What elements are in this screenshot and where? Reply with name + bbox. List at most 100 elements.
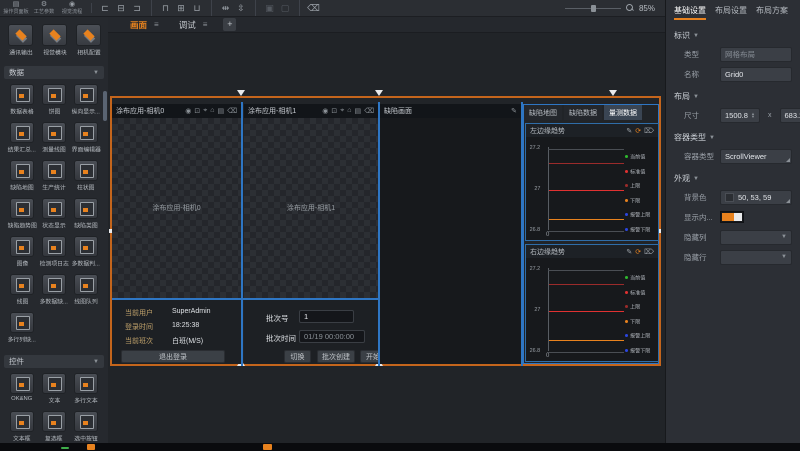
module-shortcut-button[interactable]: 通讯输出 xyxy=(7,24,34,57)
panel-header-icon[interactable]: ⌫ xyxy=(227,107,237,115)
toolbar-align-icon[interactable]: ⊔ xyxy=(189,0,205,16)
section-layout[interactable]: 布局 ▼ xyxy=(666,84,800,105)
module-shortcut-button[interactable]: 相机配置 xyxy=(75,24,102,57)
toolbar-align-icon[interactable]: ⊓ xyxy=(151,0,173,16)
module-shortcut-button[interactable]: 视觉模块 xyxy=(41,24,68,57)
left-edge-trend-chart[interactable]: 左边缘趋势 ✎⟳⌦ 27.2 27 26.8 0 xyxy=(525,123,659,241)
grid-splitter-vertical[interactable] xyxy=(378,102,380,366)
panel-header-icon[interactable]: ⌖ xyxy=(203,107,207,115)
tool-item[interactable]: 检测项日志 xyxy=(38,236,70,268)
grid-splitter-vertical[interactable] xyxy=(241,102,243,366)
toolbar-module-button[interactable]: ▤ 操作员面板 xyxy=(2,1,30,16)
toolbar-align-icon[interactable]: ⌫ xyxy=(299,0,321,16)
hamburger-icon[interactable]: ≡ xyxy=(203,20,208,29)
toolbar-module-button[interactable]: ⚙ 工艺参数 xyxy=(30,1,58,16)
panel-header-icon[interactable]: ⊡ xyxy=(331,107,337,115)
add-tab-button[interactable]: + xyxy=(223,18,236,31)
tab-defect-map[interactable]: 缺陷地图 xyxy=(524,105,562,120)
toolbar-align-icon[interactable]: ⊞ xyxy=(173,0,189,16)
tab-measure-data[interactable]: 量测数据 xyxy=(604,105,642,120)
grid-column-handle[interactable] xyxy=(375,90,383,96)
tab-layout-scheme[interactable]: 布局方案 xyxy=(756,5,788,20)
tool-item[interactable]: OK&NG xyxy=(6,373,38,405)
tab-layout-settings[interactable]: 布局设置 xyxy=(715,5,747,20)
camera0-panel[interactable]: 涂布应用-相机0 ◉⊡⌖⌂▤⌫ 涂布应用-相机0 当前用户 SuperAdmin… xyxy=(112,104,241,364)
color-swatch[interactable] xyxy=(725,193,734,202)
type-input[interactable]: 网格布局 xyxy=(720,47,792,62)
panel-header-icon[interactable]: ◉ xyxy=(322,107,328,115)
height-input[interactable]: 683.2 ▲▼ xyxy=(780,108,800,123)
tool-item[interactable]: 图像 xyxy=(6,236,38,268)
tool-item[interactable]: 柱状图 xyxy=(70,160,102,192)
toolbar-module-button[interactable]: ◉ 视觉流程 xyxy=(58,1,86,16)
toolbar-align-icon[interactable]: ⊟ xyxy=(113,0,129,16)
tool-item[interactable]: 复选框 xyxy=(38,411,70,443)
chart-header-icon[interactable]: ✎ xyxy=(626,127,632,135)
batch-switch-button[interactable]: 切换 xyxy=(284,350,311,363)
panel-header-icon[interactable]: ⌂ xyxy=(347,107,351,115)
tool-item[interactable]: 状态显示 xyxy=(38,198,70,230)
design-surface[interactable]: 涂布应用-相机0 ◉⊡⌖⌂▤⌫ 涂布应用-相机0 当前用户 SuperAdmin… xyxy=(108,33,665,443)
spinner-arrows-icon[interactable]: ▲▼ xyxy=(751,112,755,118)
display-toggle[interactable] xyxy=(720,211,744,223)
tab-basic-settings[interactable]: 基础设置 xyxy=(674,5,706,20)
container-type-input[interactable]: ScrollViewer xyxy=(720,149,792,164)
tool-item[interactable]: 多行文本 xyxy=(70,373,102,405)
background-color-input[interactable]: 50, 53, 59 xyxy=(720,190,792,205)
panel-header-icon[interactable]: ⌫ xyxy=(364,107,374,115)
zoom-slider[interactable] xyxy=(565,8,621,9)
sidebar-scrollbar[interactable] xyxy=(103,91,107,121)
tool-item[interactable]: 线图 xyxy=(6,274,38,306)
chart-header-icon[interactable]: ⌦ xyxy=(644,127,654,135)
section-header-controls[interactable]: 控件 ▼ xyxy=(4,355,104,368)
zoom-slider-handle[interactable] xyxy=(591,5,596,12)
tool-item[interactable]: 多行列缺... xyxy=(6,312,38,344)
toolbar-align-icon[interactable]: ▢ xyxy=(277,0,293,16)
panel-header-icon[interactable]: ▤ xyxy=(354,107,361,115)
tool-item[interactable]: 生产统计 xyxy=(38,160,70,192)
chart-header-icon[interactable]: ⟳ xyxy=(635,248,641,256)
measurement-panel[interactable]: 缺陷地图 缺陷数据 量测数据 左边缘趋势 ✎⟳⌦ 27.2 27 xyxy=(523,104,659,364)
panel-header-icon[interactable]: ⊡ xyxy=(194,107,200,115)
section-header-data[interactable]: 数据 ▼ xyxy=(4,66,104,79)
logout-button[interactable]: 退出登录 xyxy=(121,350,225,363)
defect-screen-panel[interactable]: 缺陷画面 ✎ xyxy=(380,104,521,364)
toolbar-align-icon[interactable]: ⇳ xyxy=(233,0,249,16)
section-identity[interactable]: 标识 ▼ xyxy=(666,23,800,44)
batch-time-input[interactable]: 01/19 00:00:00 xyxy=(299,330,365,343)
panel-header-icon[interactable]: ⌖ xyxy=(340,107,344,115)
width-input[interactable]: 1500.8 ▲▼ xyxy=(720,108,760,123)
right-edge-trend-chart[interactable]: 右边缘趋势 ✎⟳⌦ 27.2 27 26.8 0 xyxy=(525,244,659,362)
camera1-viewer[interactable]: 涂布应用-相机1 xyxy=(244,118,378,298)
panel-header-icon[interactable]: ◉ xyxy=(185,107,191,115)
hidden-columns-dropdown[interactable]: ▼ xyxy=(720,230,792,245)
tool-item[interactable]: 测量线图 xyxy=(38,122,70,154)
batch-create-button[interactable]: 批次创建 xyxy=(317,350,355,363)
toolbar-align-icon[interactable]: ▣ xyxy=(255,0,277,16)
toolbar-align-icon[interactable]: ⇹ xyxy=(211,0,233,16)
defect-screen-body[interactable] xyxy=(380,118,521,364)
camera1-panel[interactable]: 涂布应用-相机1 ◉⊡⌖⌂▤⌫ 涂布应用-相机1 批次号 1 批次时间 01/1… xyxy=(244,104,378,364)
batch-no-input[interactable]: 1 xyxy=(299,310,354,323)
grid-splitter-horizontal[interactable] xyxy=(112,298,378,300)
tool-item[interactable]: 缺陷趋势图 xyxy=(6,198,38,230)
chart-header-icon[interactable]: ⌦ xyxy=(644,248,654,256)
tool-item[interactable]: 文本框 xyxy=(6,411,38,443)
tool-item[interactable]: 选中按钮 xyxy=(70,411,102,443)
tool-item[interactable]: 数据表格 xyxy=(6,84,38,116)
hamburger-icon[interactable]: ≡ xyxy=(154,20,159,29)
tab-defect-data[interactable]: 缺陷数据 xyxy=(564,105,602,120)
toolbar-align-icon[interactable]: ⊐ xyxy=(129,0,145,16)
section-appearance[interactable]: 外观 ▼ xyxy=(666,166,800,187)
chart-header-icon[interactable]: ✎ xyxy=(626,248,632,256)
grid-splitter-vertical[interactable] xyxy=(521,102,523,366)
tool-item[interactable]: 纵向显示... xyxy=(70,84,102,116)
edit-icon[interactable]: ✎ xyxy=(511,107,517,115)
toolbar-align-icon[interactable]: ⊏ xyxy=(97,0,113,16)
tool-item[interactable]: 多数据判... xyxy=(70,236,102,268)
tool-item[interactable]: 饼图 xyxy=(38,84,70,116)
camera0-viewer[interactable]: 涂布应用-相机0 xyxy=(112,118,241,298)
panel-header-icon[interactable]: ⌂ xyxy=(210,107,214,115)
hidden-rows-dropdown[interactable]: ▼ xyxy=(720,250,792,265)
section-container-type[interactable]: 容器类型 ▼ xyxy=(666,125,800,146)
